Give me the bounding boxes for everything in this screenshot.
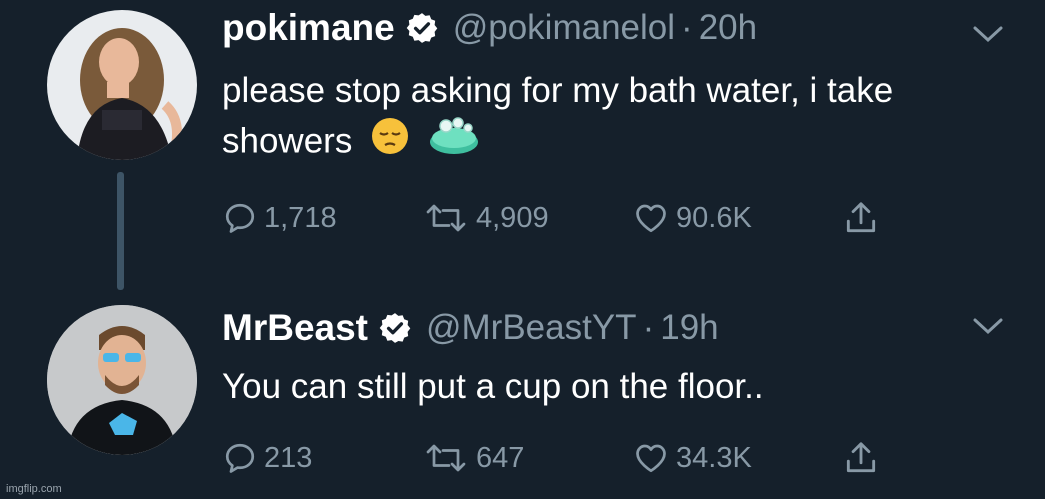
like-count: 34.3K — [676, 441, 752, 474]
tweet-body: You can still put a cup on the floor.. — [222, 367, 764, 406]
reply-icon — [225, 203, 255, 233]
tweet-header: MrBeast @MrBeastYT · 19h — [222, 306, 719, 350]
handle[interactable]: @pokimanelol — [453, 8, 675, 48]
reply-icon — [225, 443, 255, 473]
like-icon — [636, 444, 666, 473]
watermark: imgflip.com — [6, 483, 62, 495]
avatar-mrbeast[interactable] — [47, 305, 197, 455]
display-name[interactable]: MrBeast — [222, 307, 368, 349]
reply-count: 213 — [264, 441, 313, 474]
timestamp[interactable]: 20h — [699, 8, 757, 48]
retweet-count: 4,909 — [476, 201, 549, 234]
tweet-mrbeast[interactable]: MrBeast @MrBeastYT · 19h You can still p… — [0, 292, 1045, 492]
tweet-text: please stop asking for my bath water, i … — [222, 66, 1012, 170]
soap-emoji — [428, 116, 480, 170]
chevron-down-icon[interactable] — [970, 22, 1006, 46]
tweet-pokimane[interactable]: pokimane @pokimanelol · 20h please stop … — [0, 0, 1045, 290]
verified-icon — [378, 311, 412, 345]
retweet-icon — [426, 444, 466, 472]
avatar-pokimane[interactable] — [47, 10, 197, 160]
retweet-button[interactable]: 4,909 — [422, 198, 549, 238]
share-icon — [846, 202, 876, 233]
tweet-actions: 1,718 4,909 90.6K — [222, 198, 922, 238]
like-icon — [636, 204, 666, 233]
share-icon — [846, 442, 876, 473]
verified-icon — [405, 11, 439, 45]
chevron-down-icon[interactable] — [970, 314, 1006, 338]
display-name[interactable]: pokimane — [222, 7, 395, 49]
timestamp[interactable]: 19h — [660, 308, 718, 348]
reply-button[interactable]: 1,718 — [222, 198, 337, 238]
tweet-text: You can still put a cup on the floor.. — [222, 362, 1012, 412]
retweet-count: 647 — [476, 441, 525, 474]
pensive-face-emoji — [370, 116, 410, 170]
reply-count: 1,718 — [264, 201, 337, 234]
retweet-icon — [426, 204, 466, 232]
like-button[interactable]: 34.3K — [632, 438, 752, 478]
like-button[interactable]: 90.6K — [632, 198, 752, 238]
tweet-actions: 213 647 34.3K — [222, 438, 922, 478]
tweet-body: please stop asking for my bath water, i … — [222, 71, 894, 161]
retweet-button[interactable]: 647 — [422, 438, 524, 478]
share-button[interactable] — [842, 198, 880, 238]
thread-connector-line — [117, 172, 124, 290]
handle[interactable]: @MrBeastYT — [426, 308, 637, 348]
tweet-header: pokimane @pokimanelol · 20h — [222, 6, 757, 50]
share-button[interactable] — [842, 438, 880, 478]
separator-dot: · — [681, 8, 693, 47]
like-count: 90.6K — [676, 201, 752, 234]
separator-dot: · — [642, 308, 655, 347]
reply-button[interactable]: 213 — [222, 438, 312, 478]
